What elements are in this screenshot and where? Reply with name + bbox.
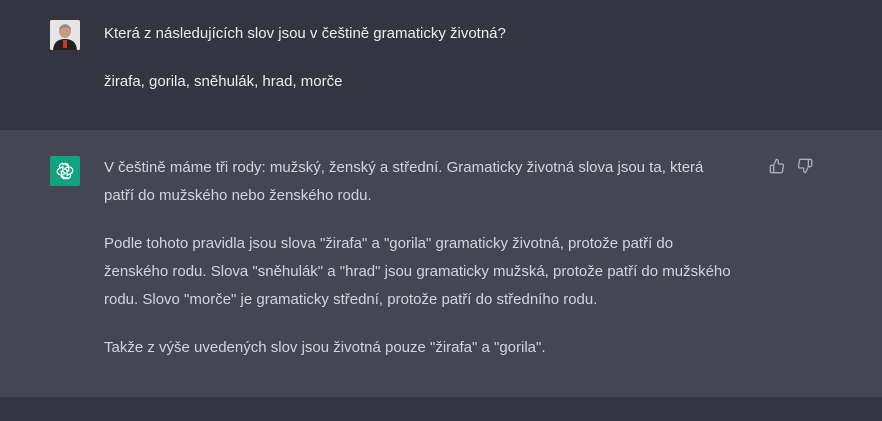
user-word-list: žirafa, gorila, sněhulák, hrad, morče <box>104 73 343 90</box>
user-message-row: Která z následujících slov jsou v češtin… <box>0 0 882 131</box>
user-avatar-photo-icon <box>50 20 80 50</box>
openai-logo-icon <box>56 162 74 180</box>
assistant-avatar <box>50 156 80 186</box>
assistant-message-row: V češtině máme tři rody: mužský, ženský … <box>0 130 882 398</box>
page-bottom-area <box>0 398 882 421</box>
user-message-text: Která z následujících slov jsou v češtin… <box>104 20 734 116</box>
thumbs-up-icon <box>769 158 785 174</box>
assistant-paragraph-2: Podle tohoto pravidla jsou slova "žirafa… <box>104 235 731 308</box>
assistant-message-text: V češtině máme tři rody: mužský, ženský … <box>104 154 734 382</box>
thumbs-down-button[interactable] <box>797 158 813 174</box>
thumbs-down-icon <box>797 158 813 174</box>
user-avatar <box>50 20 80 50</box>
assistant-paragraph-3: Takže z výše uvedených slov jsou životná… <box>104 339 546 356</box>
user-question: Která z následujících slov jsou v češtin… <box>104 25 506 42</box>
assistant-paragraph-1: V češtině máme tři rody: mužský, ženský … <box>104 159 704 204</box>
thumbs-up-button[interactable] <box>769 158 785 174</box>
feedback-buttons <box>769 158 813 174</box>
